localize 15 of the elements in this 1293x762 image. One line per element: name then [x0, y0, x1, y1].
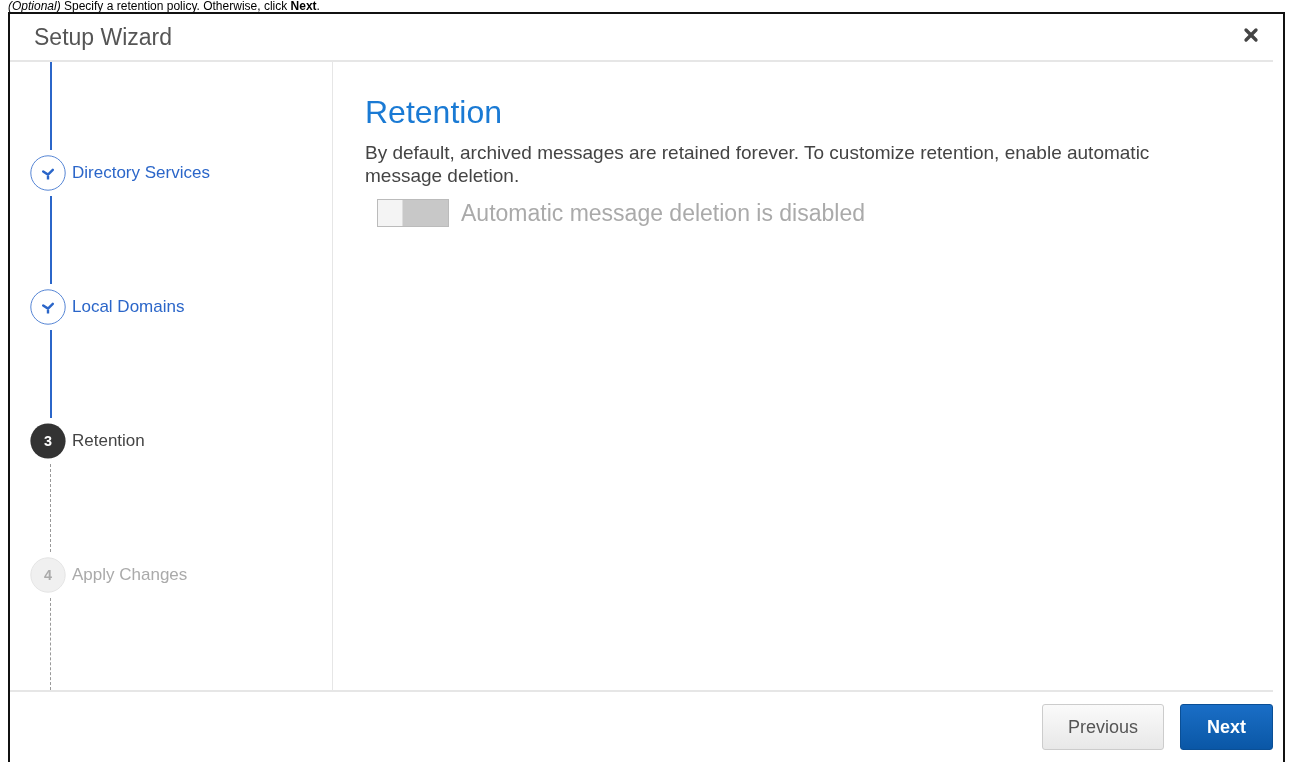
toggle-label: Automatic message deletion is disabled: [461, 199, 865, 227]
check-icon: [41, 300, 55, 314]
step-number: 3: [30, 423, 66, 459]
toggle-switch[interactable]: [377, 199, 449, 227]
step-label[interactable]: Local Domains: [72, 297, 185, 317]
instruction-text: (Optional) Specify a retention policy. Otherwise, click Next.: [7, 0, 321, 12]
next-button[interactable]: Next: [1180, 704, 1273, 750]
step-number: 4: [30, 557, 66, 593]
step-label[interactable]: Retention: [72, 431, 145, 451]
check-icon: [41, 166, 55, 180]
window-title: Setup Wizard: [34, 23, 173, 51]
step-label[interactable]: Directory Services: [72, 163, 210, 183]
description-text: By default, archived messages are retained forever. To customize retention, enable automatic message deletion.: [365, 141, 1151, 187]
section-heading: Retention: [365, 94, 502, 131]
previous-button[interactable]: Previous: [1041, 704, 1164, 750]
